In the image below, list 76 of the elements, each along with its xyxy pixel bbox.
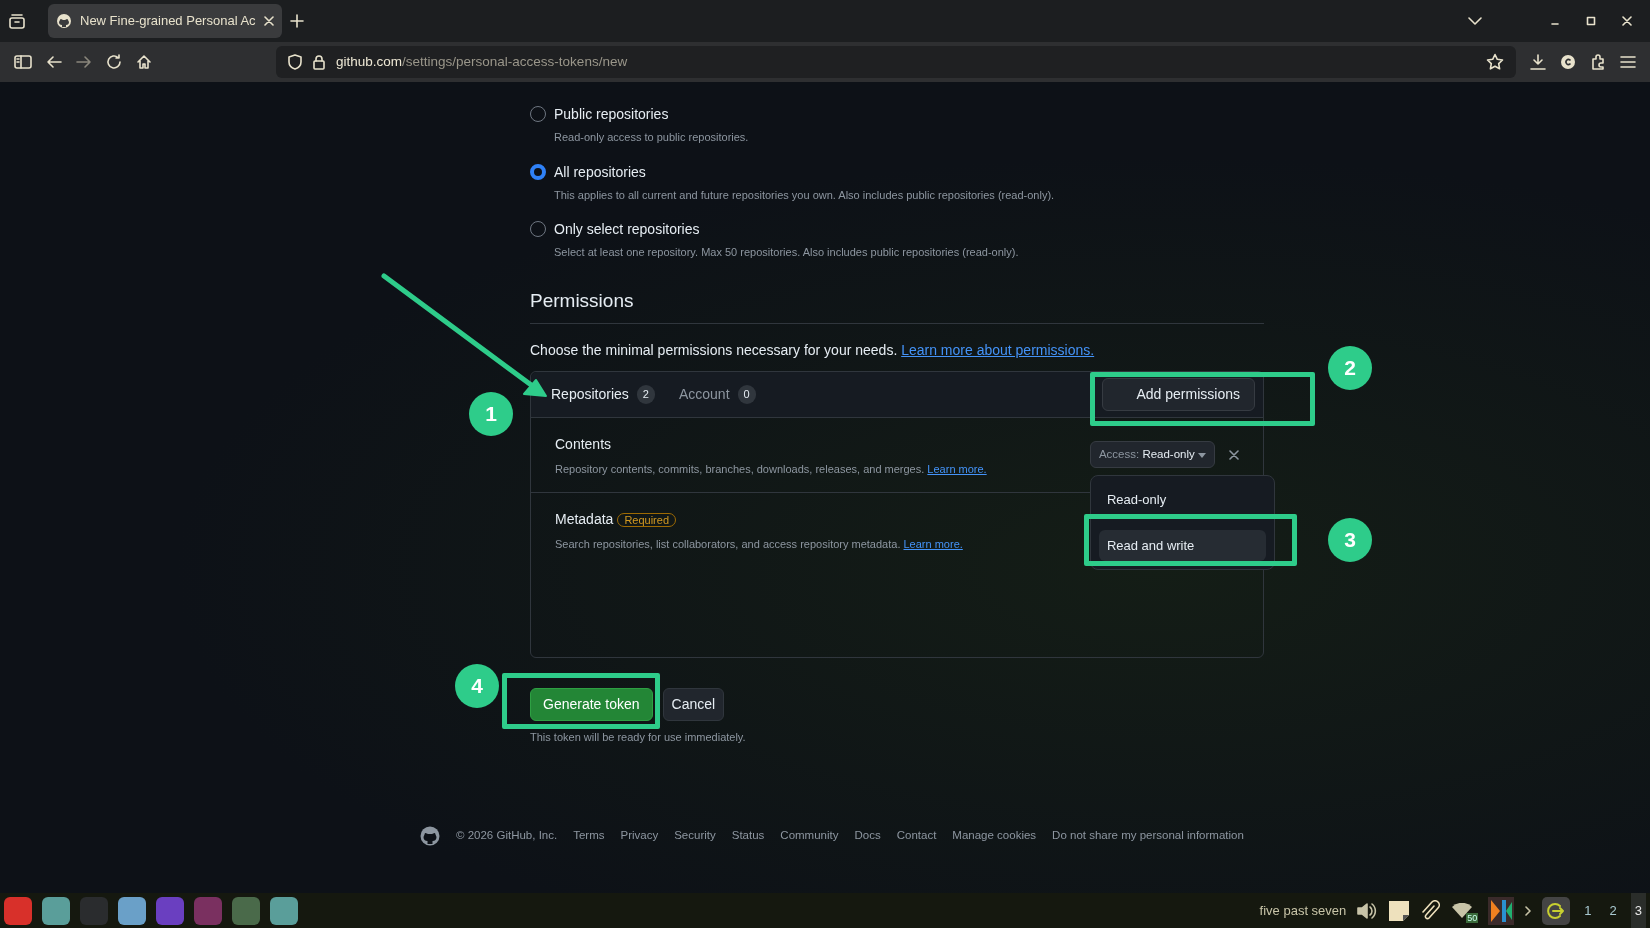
forward-icon[interactable]	[76, 55, 92, 69]
note-icon[interactable]	[1388, 899, 1411, 922]
github-icon	[56, 13, 72, 29]
option-label: Public repositories	[554, 105, 670, 124]
learn-more-link[interactable]: Learn more.	[927, 463, 987, 475]
menu-item[interactable]: Read-only	[1098, 484, 1266, 516]
footer-link[interactable]: Status	[731, 826, 765, 845]
new-tab-icon[interactable]	[289, 14, 304, 28]
workspace-button[interactable]: 2	[1605, 893, 1621, 928]
option-description: Read-only access to public repositories.	[554, 130, 749, 145]
footer-link[interactable]: Terms	[573, 826, 605, 845]
footer-link[interactable]: Community	[780, 826, 839, 845]
permission-tab[interactable]: Repositories 2	[551, 384, 655, 405]
paperclip-icon[interactable]	[1420, 899, 1441, 922]
permission-description: Search repositories, list collaborators, and access repository metadata.	[555, 537, 902, 550]
footer-link[interactable]: Privacy	[620, 826, 659, 845]
download-icon[interactable]	[1530, 54, 1546, 70]
footer-link[interactable]: Do not share my personal information	[1052, 826, 1244, 845]
speaker-icon[interactable]	[1356, 900, 1379, 921]
url-text: github.com/settings/personal-access-tokens/new	[336, 52, 629, 71]
tab-list-icon[interactable]	[8, 13, 26, 29]
shield-icon	[288, 54, 302, 70]
back-icon[interactable]	[46, 55, 62, 69]
browser-tab[interactable]: New Fine-grained Personal Ac	[48, 4, 282, 38]
star-icon[interactable]	[1486, 53, 1504, 71]
workspace-button[interactable]: 1	[1580, 893, 1596, 928]
helper-text: This token will be ready for use immediately.	[530, 730, 747, 745]
radio-button[interactable]	[530, 163, 546, 180]
cancel-button[interactable]: Cancel	[662, 688, 725, 721]
sidebar-icon[interactable]	[14, 55, 32, 69]
permission-name: Contents	[555, 436, 612, 452]
clock-text: five past seven	[1259, 901, 1347, 920]
intro-text: Choose the minimal permissions necessary for your needs.	[530, 342, 899, 358]
footer-link[interactable]: Contact	[896, 826, 937, 845]
signal-label: 50	[1466, 912, 1479, 923]
home-icon[interactable]	[136, 54, 152, 70]
app-icon[interactable]	[156, 896, 184, 925]
menu-item[interactable]: Read and write	[1098, 529, 1266, 562]
permission-name: Metadata	[555, 510, 614, 527]
menu-icon[interactable]	[1620, 55, 1636, 69]
workspace-button[interactable]: 3	[1630, 893, 1646, 928]
maximize-icon[interactable]	[1586, 16, 1596, 26]
copyright-text: © 2026 GitHub, Inc.	[456, 827, 558, 843]
lock-icon	[312, 54, 326, 70]
chevron-right-icon[interactable]	[1524, 905, 1533, 916]
tiles-icon[interactable]	[1488, 896, 1515, 925]
learn-more-link[interactable]: Learn more about permissions.	[901, 342, 1095, 358]
count-badge: 0	[737, 385, 756, 404]
footer-link[interactable]: Docs	[854, 826, 881, 845]
chevron-down-icon[interactable]	[1468, 16, 1482, 26]
extensions-icon[interactable]	[1590, 54, 1606, 70]
reload-icon[interactable]	[106, 54, 122, 70]
generate-token-button[interactable]: Generate token	[530, 688, 653, 721]
github-logo-icon	[420, 825, 440, 846]
option-description: This applies to all current and future repositories you own. Also includes public repositories (read-only).	[554, 187, 1055, 203]
caret-icon	[1198, 452, 1206, 458]
option-label: All repositories	[554, 162, 647, 182]
app-icon[interactable]	[4, 896, 32, 925]
access-dropdown[interactable]: Access: Read-only	[1089, 441, 1215, 469]
permission-tab[interactable]: Account 0	[678, 384, 756, 405]
close-icon[interactable]	[1229, 449, 1239, 460]
wifi-icon[interactable]: 50	[1450, 898, 1479, 923]
footer-link[interactable]: Manage cookies	[952, 826, 1037, 845]
app-icon[interactable]	[232, 896, 260, 925]
count-badge: 2	[636, 385, 655, 404]
section-heading: Permissions	[530, 286, 1264, 324]
account-icon[interactable]	[1560, 54, 1576, 70]
address-bar[interactable]: github.com/settings/personal-access-tokens/new	[276, 46, 1516, 78]
logout-icon[interactable]	[1542, 896, 1571, 925]
permission-description: Repository contents, commits, branches, downloads, releases, and merges.	[555, 463, 926, 475]
footer-link[interactable]: Security	[674, 826, 716, 845]
option-label: Only select repositories	[554, 220, 701, 239]
signal-drawing	[1450, 903, 1475, 920]
option-description: Select at least one repository. Max 50 repositories. Also includes public repositories (read-only).	[554, 245, 1019, 260]
learn-more-link[interactable]: Learn more.	[903, 537, 963, 550]
add-permissions-button[interactable]: Add permissions	[1101, 378, 1255, 411]
